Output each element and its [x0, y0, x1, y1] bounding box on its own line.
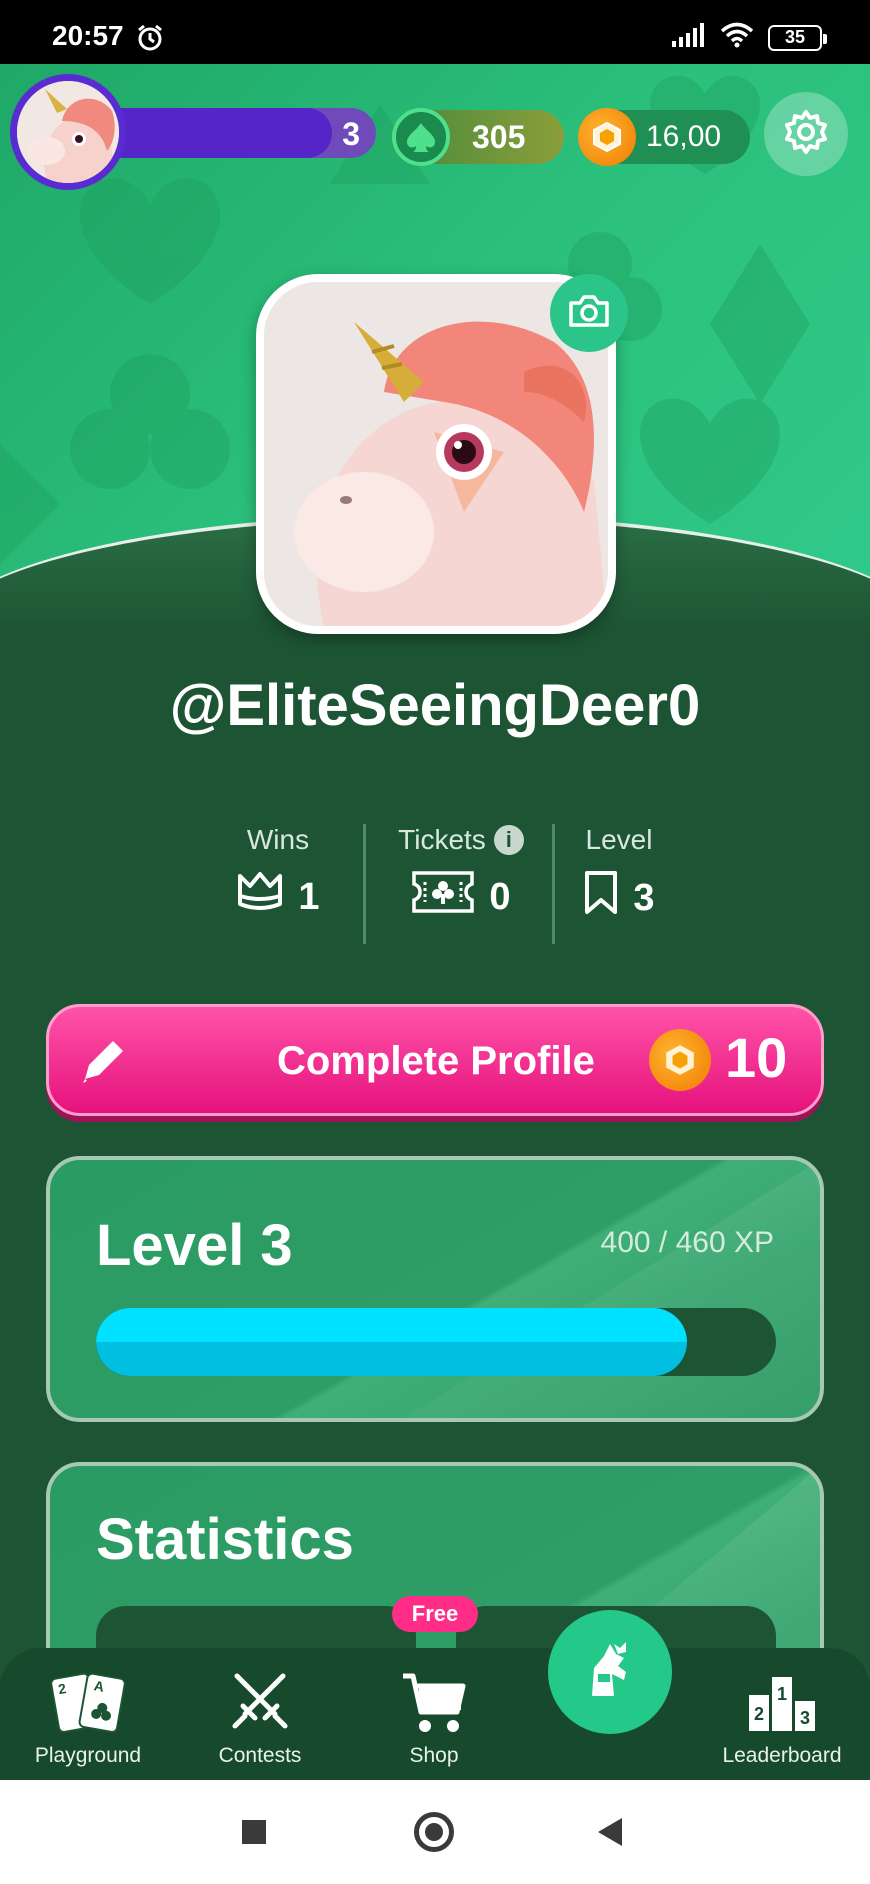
battery-icon: 35: [768, 24, 827, 51]
statistics-title: Statistics: [96, 1507, 354, 1572]
nav-playground-label: Playground: [34, 1744, 142, 1767]
level-value: 3: [633, 876, 655, 919]
back-button[interactable]: [598, 1818, 622, 1846]
change-photo-button[interactable]: [550, 274, 628, 352]
nav-shop-label: Shop: [409, 1744, 459, 1767]
status-bar: 20:57 35: [0, 0, 870, 64]
complete-profile-button[interactable]: Complete Profile 10: [46, 1004, 824, 1116]
home-button[interactable]: [414, 1812, 454, 1852]
gear-icon: [783, 109, 829, 160]
coins-value: 16,00: [646, 120, 722, 153]
username: @EliteSeeingDeer0: [169, 673, 701, 738]
camera-icon: [567, 293, 611, 334]
level-progress-pill[interactable]: 3: [98, 108, 376, 158]
level-xp-text: 400 / 460 XP: [600, 1226, 774, 1259]
nav-contests[interactable]: Contests: [180, 1648, 340, 1780]
level-card: Level 3 400 / 460 XP: [46, 1156, 824, 1422]
stat-wins: Wins 1: [183, 824, 373, 924]
info-icon[interactable]: i: [493, 825, 524, 855]
wins-label: Wins: [246, 824, 310, 855]
stat-level: Level 3: [524, 824, 714, 926]
nav-play-button[interactable]: [548, 1610, 672, 1734]
coin-icon: [649, 1029, 711, 1091]
signal-icon: [672, 23, 706, 52]
level-card-title: Level 3: [96, 1213, 293, 1278]
player-level: 3: [342, 116, 360, 152]
svg-text:3: 3: [800, 1708, 810, 1728]
wins-value: 1: [298, 875, 320, 918]
tickets-value: 0: [489, 875, 511, 918]
svg-text:1: 1: [777, 1684, 787, 1704]
status-time: 20:57: [52, 20, 124, 51]
spades-value: 305: [472, 118, 526, 155]
podium-icon: 213: [744, 1670, 820, 1739]
wifi-icon: [720, 22, 754, 53]
nav-playground[interactable]: 2A Playground: [8, 1648, 168, 1780]
pencil-icon: [75, 1033, 131, 1094]
complete-profile-reward: 10: [725, 1026, 788, 1089]
nav-leaderboard-label: Leaderboard: [722, 1744, 842, 1767]
coins-balance[interactable]: 16,00: [578, 108, 750, 166]
crown-icon: [236, 870, 284, 924]
settings-button[interactable]: [764, 92, 848, 176]
system-navigation-bar: [0, 1780, 870, 1884]
level-progress-fill: [98, 108, 332, 158]
free-badge: Free: [392, 1596, 478, 1632]
spades-balance[interactable]: 305: [392, 108, 564, 166]
ticket-icon: [411, 870, 475, 924]
crossed-swords-icon: [229, 1670, 291, 1737]
bookmark-icon: [583, 870, 619, 926]
recents-button[interactable]: [242, 1820, 266, 1844]
bottom-navigation: 2A Playground Contests Shop Free 213 Lea…: [0, 1596, 870, 1780]
nav-shop[interactable]: Shop: [354, 1648, 514, 1780]
xp-progress-fill: [96, 1308, 688, 1376]
tickets-label: Tickets: [398, 824, 486, 855]
knight-icon: [578, 1638, 642, 1707]
cart-icon: [401, 1670, 467, 1741]
complete-profile-label: Complete Profile: [277, 1039, 595, 1083]
profile-stats: Wins 1 Tickets i 0 Level 3: [0, 824, 870, 954]
svg-text:2: 2: [754, 1704, 764, 1724]
avatar[interactable]: [10, 74, 126, 190]
nav-leaderboard[interactable]: 213 Leaderboard: [702, 1648, 862, 1780]
level-label: Level: [585, 824, 653, 855]
alarm-icon: [136, 24, 164, 57]
playing-cards-icon: 2A: [47, 1670, 129, 1741]
nav-contests-label: Contests: [218, 1744, 302, 1767]
coin-icon: [578, 108, 636, 166]
spade-icon: [392, 108, 450, 166]
xp-progress-bar: [96, 1308, 776, 1376]
app-screen: 3 305 16,00 @EliteSeeingDeer0 Wins 1 Tic…: [0, 64, 870, 1780]
